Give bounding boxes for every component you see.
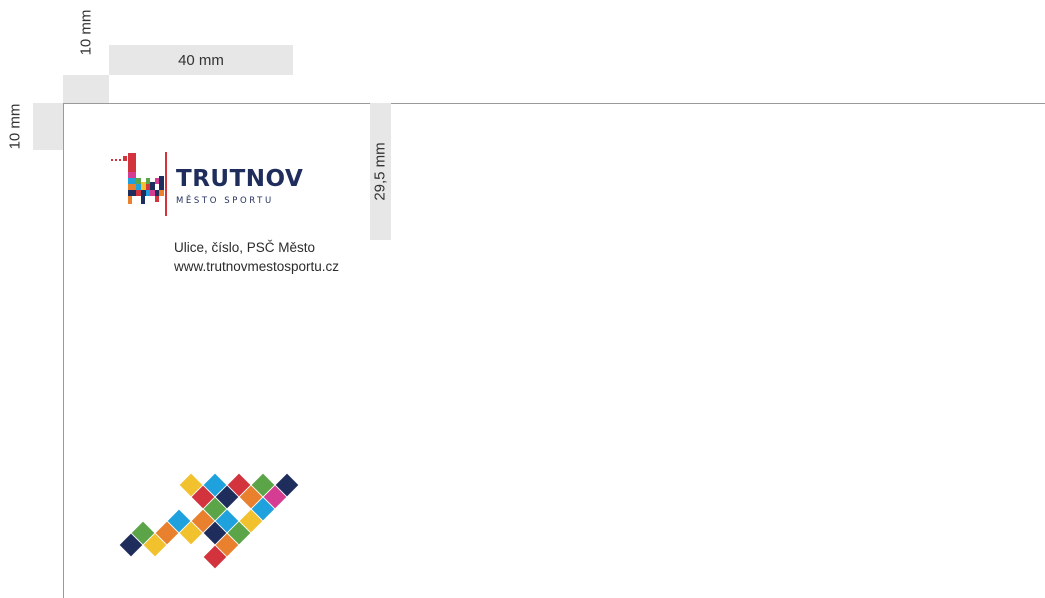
left-margin-guide xyxy=(33,103,63,150)
address-line-web: www.trutnovmestosportu.cz xyxy=(174,259,340,274)
page-top-edge xyxy=(63,103,1045,104)
logo-wordmark: TRUTNOV MĚSTO SPORTU xyxy=(176,167,303,206)
logo-offset-label: 40 mm xyxy=(178,51,224,69)
logo-subtitle: MĚSTO SPORTU xyxy=(176,196,274,206)
address-line-street: Ulice, číslo, PSČ Město xyxy=(174,240,316,255)
diamond-mosaic-graphic xyxy=(119,473,299,569)
trutnov-logo-mark xyxy=(111,153,164,204)
corner-margin-box xyxy=(63,75,109,103)
logo-offset-guide: 40 mm xyxy=(109,45,293,75)
page-left-edge xyxy=(63,103,64,598)
top-margin-guide: 10 mm xyxy=(63,0,109,75)
left-margin-label: 10 mm xyxy=(6,103,24,150)
logo-divider xyxy=(165,152,167,216)
logo-height-label: 29,5 mm xyxy=(372,142,390,201)
left-margin-label-wrap: 10 mm xyxy=(0,103,30,150)
top-margin-label: 10 mm xyxy=(77,9,95,56)
logo-title: TRUTNOV xyxy=(176,166,304,192)
logo-height-guide: 29,5 mm xyxy=(370,103,391,240)
address-block: Ulice, číslo, PSČ Město www.trutnovmesto… xyxy=(174,238,339,276)
